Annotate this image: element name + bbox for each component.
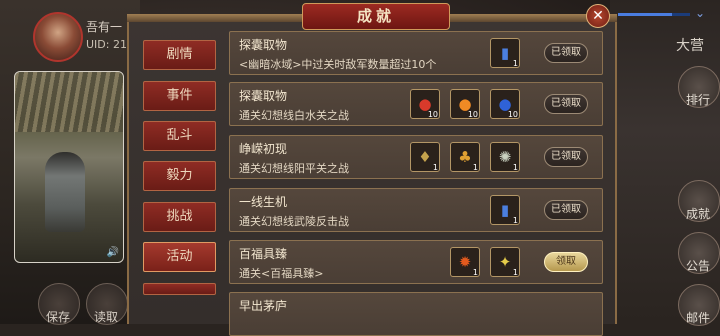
reward-count: 10 xyxy=(467,110,478,119)
achievement-desc: 通关幻想线阳平关之战 xyxy=(239,162,349,175)
video-thumbnail[interactable]: 🔊 xyxy=(14,71,124,263)
tab-challenge[interactable]: 挑战 xyxy=(143,202,216,232)
scene-trees xyxy=(15,72,123,132)
achievement-desc: 通关<百福具臻> xyxy=(239,267,324,280)
reward-count: 1 xyxy=(472,268,478,277)
tab-label: 毅力 xyxy=(166,168,193,183)
tab-perseverance[interactable]: 毅力 xyxy=(143,161,216,191)
mail-label: 邮件 xyxy=(686,311,711,325)
claimed-button[interactable]: 已领取 xyxy=(544,94,588,114)
reward-item[interactable]: ✺ 1 xyxy=(490,142,520,172)
reward-item[interactable]: ▮ 1 xyxy=(490,195,520,225)
achievement-row: 早出茅庐 xyxy=(229,292,603,336)
save-label: 保存 xyxy=(46,310,71,324)
player-name: 吾有一 xyxy=(86,20,123,34)
tab-activity[interactable]: 活动 xyxy=(143,242,216,272)
reward-count: 1 xyxy=(512,59,518,68)
reward-count: 1 xyxy=(512,163,518,172)
reward-count: 10 xyxy=(507,110,518,119)
achievement-row: 一线生机通关幻想线武陵反击战 ▮ 1 已领取 xyxy=(229,188,603,232)
reward-item[interactable]: ♣ 1 xyxy=(450,142,480,172)
top-progress-bar xyxy=(618,13,690,16)
chevron-down-icon[interactable]: ⌄ xyxy=(695,6,705,20)
tab-partial[interactable] xyxy=(143,283,216,295)
claimed-button[interactable]: 已领取 xyxy=(544,200,588,220)
achievement-row: 探囊取物通关幻想线白水关之战 ● 10 ● 10 ● 10 已领取 xyxy=(229,82,603,126)
achievement-row: 百福具臻通关<百福具臻> ✹ 1 ✦ 1 领取 xyxy=(229,240,603,284)
reward-item[interactable]: ✦ 1 xyxy=(490,247,520,277)
scene-person xyxy=(45,152,85,232)
achievement-desc: 通关幻想线白水关之战 xyxy=(239,109,349,122)
tab-event[interactable]: 事件 xyxy=(143,81,216,111)
achievement-row: 峥嵘初现通关幻想线阳平关之战 ♦ 1 ♣ 1 ✺ 1 已领取 xyxy=(229,135,603,179)
speaker-icon[interactable]: 🔊 xyxy=(107,247,119,258)
reward-item[interactable]: ♦ 1 xyxy=(410,142,440,172)
load-label: 读取 xyxy=(94,310,119,324)
reward-item[interactable]: ● 10 xyxy=(490,89,520,119)
achievement-row: 探囊取物 <幽暗冰域>中过关时敌军数量超过10个 ▮ 1 已领取 xyxy=(229,31,603,75)
reward-item[interactable]: ✹ 1 xyxy=(450,247,480,277)
achievement-desc: <幽暗冰域>中过关时敌军数量超过10个 xyxy=(239,58,437,71)
panel-title-banner: 成就 xyxy=(302,3,450,30)
achievement-title: 百福具臻 xyxy=(239,247,288,261)
reward-item[interactable]: ▮ 1 xyxy=(490,38,520,68)
ranking-label: 排行 xyxy=(686,93,711,107)
tab-label: 事件 xyxy=(166,88,193,103)
tab-label: 剧情 xyxy=(166,47,193,62)
reward-count: 1 xyxy=(472,163,478,172)
tab-label: 挑战 xyxy=(166,209,193,224)
claim-button[interactable]: 领取 xyxy=(544,252,588,272)
progress-fill xyxy=(618,13,672,16)
reward-count: 1 xyxy=(512,268,518,277)
reward-item[interactable]: ● 10 xyxy=(410,89,440,119)
reward-count: 1 xyxy=(512,216,518,225)
player-avatar[interactable] xyxy=(33,12,83,62)
tab-label: 乱斗 xyxy=(166,128,193,143)
reward-count: 1 xyxy=(432,163,438,172)
panel-title: 成就 xyxy=(356,7,395,25)
claimed-button[interactable]: 已领取 xyxy=(544,147,588,167)
achievement-title: 一线生机 xyxy=(239,195,288,209)
claimed-button[interactable]: 已领取 xyxy=(544,43,588,63)
notice-label: 公告 xyxy=(686,259,711,273)
reward-item[interactable]: ● 10 xyxy=(450,89,480,119)
close-icon[interactable]: ✕ xyxy=(586,4,610,28)
tab-plot[interactable]: 剧情 xyxy=(143,40,216,70)
achievement-desc: 通关幻想线武陵反击战 xyxy=(239,215,349,228)
achievement-title: 探囊取物 xyxy=(239,89,288,103)
achievement-title: 探囊取物 xyxy=(239,38,288,52)
tab-label: 活动 xyxy=(166,249,193,264)
tab-melee[interactable]: 乱斗 xyxy=(143,121,216,151)
area-label: 大营 xyxy=(676,38,704,54)
reward-count: 10 xyxy=(427,110,438,119)
achievement-title: 早出茅庐 xyxy=(239,299,288,313)
achievement-label: 成就 xyxy=(686,207,711,221)
achievement-title: 峥嵘初现 xyxy=(239,142,288,156)
